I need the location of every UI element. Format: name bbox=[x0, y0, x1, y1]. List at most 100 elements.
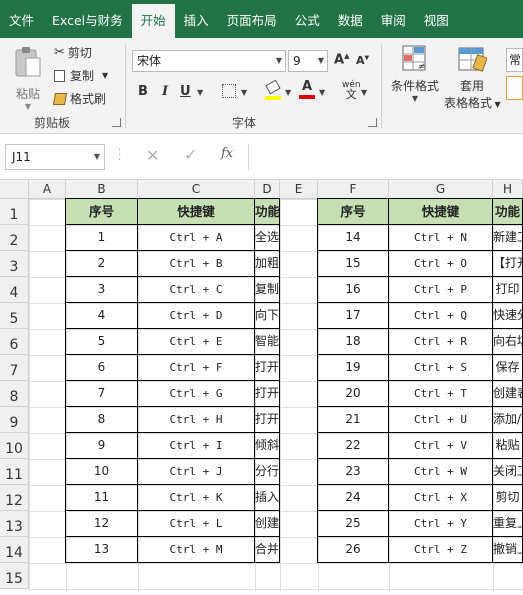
chevron-down-icon[interactable]: ▼ bbox=[285, 88, 291, 97]
left-table-cell[interactable]: 6 bbox=[66, 355, 138, 381]
row-header-4[interactable]: 4 bbox=[0, 277, 29, 303]
row-header-8[interactable]: 8 bbox=[0, 381, 29, 407]
right-table-cell[interactable]: 撤销上一步操作 bbox=[493, 537, 523, 563]
right-table-cell[interactable]: Ctrl + U bbox=[389, 407, 493, 433]
left-table-cell[interactable]: Ctrl + K bbox=[138, 485, 255, 511]
left-table-cell[interactable]: 2 bbox=[66, 251, 138, 277]
left-table-cell[interactable]: 10 bbox=[66, 459, 138, 485]
right-table-header-0[interactable]: 序号 bbox=[318, 199, 389, 225]
row-header-5[interactable]: 5 bbox=[0, 303, 29, 329]
font-launcher-icon[interactable] bbox=[368, 118, 377, 127]
tab-1[interactable]: Excel与财务 bbox=[43, 0, 132, 38]
left-table-cell[interactable]: 4 bbox=[66, 303, 138, 329]
left-table-cell[interactable]: 11 bbox=[66, 485, 138, 511]
left-table-cell[interactable]: 13 bbox=[66, 537, 138, 563]
cut-button[interactable]: ✂ 剪切 bbox=[54, 44, 92, 61]
left-table-cell[interactable]: Ctrl + B bbox=[138, 251, 255, 277]
font-size-select[interactable]: 9 ▼ bbox=[288, 50, 328, 72]
cancel-icon[interactable]: ✕ bbox=[146, 146, 159, 165]
left-table-cell[interactable]: 加粗/取消加粗字体 bbox=[255, 251, 280, 277]
left-table-cell[interactable]: Ctrl + D bbox=[138, 303, 255, 329]
left-table-cell[interactable]: Ctrl + L bbox=[138, 511, 255, 537]
right-table-cell[interactable]: 25 bbox=[318, 511, 389, 537]
tab-6[interactable]: 数据 bbox=[329, 0, 372, 38]
tab-5[interactable]: 公式 bbox=[286, 0, 329, 38]
right-table-cell[interactable]: Ctrl + Z bbox=[389, 537, 493, 563]
left-table-cell[interactable]: 插入超链接 bbox=[255, 485, 280, 511]
worksheet-grid[interactable]: A B C D E F G H 1 2 3 4 5 6 7 8 9 10 11 12 13 14 15 序号 快捷键 功能 1 Ctr… bbox=[0, 180, 523, 591]
left-table-cell[interactable]: 向下填充 bbox=[255, 303, 280, 329]
tab-8[interactable]: 视图 bbox=[415, 0, 458, 38]
right-table-cell[interactable]: 16 bbox=[318, 277, 389, 303]
right-table-cell[interactable]: 21 bbox=[318, 407, 389, 433]
left-table-cell[interactable]: 合并后居中 bbox=[255, 537, 280, 563]
chevron-down-icon[interactable]: ▼ bbox=[241, 88, 247, 97]
right-table-cell[interactable]: Ctrl + Y bbox=[389, 511, 493, 537]
right-table-cell[interactable]: Ctrl + P bbox=[389, 277, 493, 303]
chevron-down-icon[interactable]: ▼ bbox=[319, 88, 325, 97]
row-header-9[interactable]: 9 bbox=[0, 407, 29, 433]
left-table-cell[interactable]: 3 bbox=[66, 277, 138, 303]
left-table-cell[interactable]: Ctrl + I bbox=[138, 433, 255, 459]
right-table-cell[interactable]: Ctrl + S bbox=[389, 355, 493, 381]
font-color-icon[interactable]: A bbox=[299, 80, 315, 100]
right-table-cell[interactable]: 18 bbox=[318, 329, 389, 355]
left-table-cell[interactable]: Ctrl + C bbox=[138, 277, 255, 303]
column-header-G[interactable]: G bbox=[389, 180, 493, 199]
row-header-11[interactable]: 11 bbox=[0, 459, 29, 485]
borders-icon[interactable] bbox=[222, 84, 236, 98]
right-table-cell[interactable]: 26 bbox=[318, 537, 389, 563]
right-table-cell[interactable]: 重复上一步操作 bbox=[493, 511, 523, 537]
increase-font-icon[interactable]: A▲ bbox=[334, 52, 349, 67]
bold-button[interactable]: B bbox=[138, 84, 148, 99]
left-table-cell[interactable]: Ctrl + A bbox=[138, 225, 255, 251]
left-table-cell[interactable]: 智能填充 bbox=[255, 329, 280, 355]
row-header-7[interactable]: 7 bbox=[0, 355, 29, 381]
right-table-cell[interactable]: Ctrl + T bbox=[389, 381, 493, 407]
right-table-cell[interactable]: Ctrl + Q bbox=[389, 303, 493, 329]
right-table-cell[interactable]: 向右填充 bbox=[493, 329, 523, 355]
right-table-cell[interactable]: 新建工作簿 bbox=[493, 225, 523, 251]
conditional-format-button[interactable]: ≠ 条件格式 ▼ bbox=[388, 44, 442, 103]
left-table-cell[interactable]: 倾斜/取消倾斜字体 bbox=[255, 433, 280, 459]
tab-2[interactable]: 开始 bbox=[131, 4, 175, 38]
copy-button[interactable]: 复制 ▼ bbox=[54, 67, 108, 84]
tab-7[interactable]: 审阅 bbox=[372, 0, 415, 38]
select-all-corner[interactable] bbox=[0, 180, 29, 199]
chevron-down-icon[interactable]: ▼ bbox=[361, 88, 367, 97]
cell-styles-gallery-2[interactable] bbox=[506, 76, 523, 100]
left-table-cell[interactable]: Ctrl + G bbox=[138, 381, 255, 407]
left-table-cell[interactable]: 创建表 bbox=[255, 511, 280, 537]
phonetic-icon[interactable]: wén 文 bbox=[342, 80, 361, 100]
right-table-cell[interactable]: 添加/取消下划线 bbox=[493, 407, 523, 433]
right-table-cell[interactable]: 19 bbox=[318, 355, 389, 381]
left-table-cell[interactable]: 5 bbox=[66, 329, 138, 355]
row-header-14[interactable]: 14 bbox=[0, 537, 29, 563]
right-table-cell[interactable]: 24 bbox=[318, 485, 389, 511]
cell-styles-gallery[interactable]: 常 bbox=[506, 48, 523, 72]
tab-3[interactable]: 插入 bbox=[175, 0, 218, 38]
row-header-10[interactable]: 10 bbox=[0, 433, 29, 459]
left-table-header-0[interactable]: 序号 bbox=[66, 199, 138, 225]
right-table-cell[interactable]: Ctrl + O bbox=[389, 251, 493, 277]
formula-input[interactable] bbox=[248, 144, 523, 170]
column-header-A[interactable]: A bbox=[29, 180, 66, 199]
row-header-15[interactable]: 15 bbox=[0, 563, 29, 589]
format-as-table-button[interactable]: 套用 表格格式 ▼ bbox=[444, 44, 501, 111]
right-table-cell[interactable]: 14 bbox=[318, 225, 389, 251]
right-table-cell[interactable]: 【打开】窗口 bbox=[493, 251, 523, 277]
tab-4[interactable]: 页面布局 bbox=[218, 0, 286, 38]
left-table-header-1[interactable]: 快捷键 bbox=[138, 199, 255, 225]
right-table-cell[interactable]: 打印 bbox=[493, 277, 523, 303]
right-table-header-1[interactable]: 快捷键 bbox=[389, 199, 493, 225]
right-table-cell[interactable]: 创建表 bbox=[493, 381, 523, 407]
left-table-cell[interactable]: 全选表格 bbox=[255, 225, 280, 251]
fill-color-icon[interactable] bbox=[265, 79, 281, 100]
underline-button[interactable]: U bbox=[180, 84, 191, 99]
right-table-cell[interactable]: 关闭工作簿 bbox=[493, 459, 523, 485]
chevron-down-icon[interactable]: ▼ bbox=[197, 88, 203, 97]
right-table-header-2[interactable]: 功能 bbox=[493, 199, 523, 225]
left-table-cell[interactable]: 分行功能 bbox=[255, 459, 280, 485]
column-header-H[interactable]: H bbox=[493, 180, 523, 199]
column-header-D[interactable]: D bbox=[255, 180, 280, 199]
